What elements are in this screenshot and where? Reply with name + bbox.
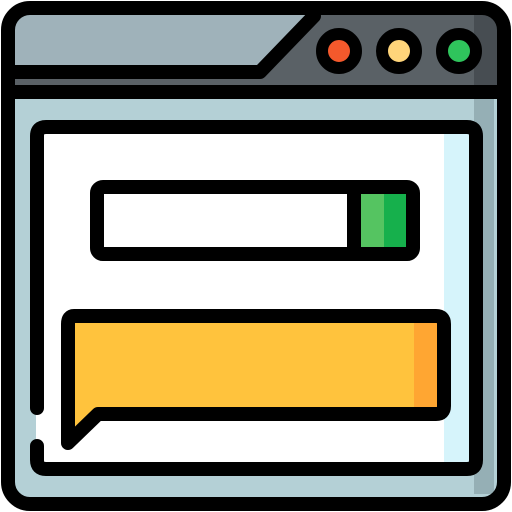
minimize-dot-icon: [376, 28, 422, 74]
maximize-dot-icon: [436, 28, 482, 74]
search-bar[interactable]: [90, 180, 420, 261]
close-dot-icon: [316, 28, 362, 74]
title-bar: [1, 8, 504, 99]
browser-window-search-icon: [0, 0, 512, 512]
